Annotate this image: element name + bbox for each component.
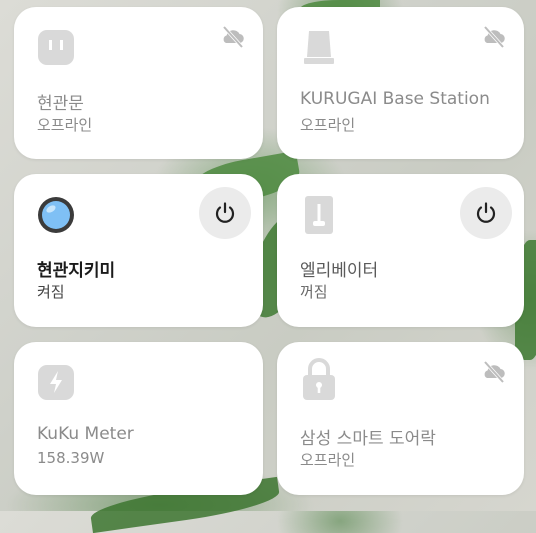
device-status: 오프라인: [300, 116, 356, 134]
device-name: 삼성 스마트 도어락: [300, 429, 436, 449]
power-toggle-button[interactable]: [460, 187, 512, 239]
device-card-door-camera[interactable]: 현관지키미 켜짐: [14, 174, 263, 327]
device-status: 꺼짐: [300, 283, 328, 301]
power-icon: [215, 202, 235, 223]
padlock-icon: [299, 356, 339, 402]
device-name: 엘리베이터: [300, 261, 379, 281]
device-card-elevator[interactable]: 엘리베이터 꺼짐: [277, 174, 524, 327]
device-name: KURUGAI Base Station: [300, 89, 490, 109]
switch-icon: [299, 194, 339, 234]
device-status: 오프라인: [37, 116, 93, 134]
camera-icon: [36, 194, 76, 234]
power-icon: [476, 202, 496, 223]
device-name: 현관지키미: [37, 261, 116, 281]
device-name: 현관문: [37, 94, 84, 114]
device-card-smart-door-lock[interactable]: 삼성 스마트 도어락 오프라인: [277, 342, 524, 495]
power-meter-icon: [36, 362, 76, 402]
device-name: KuKu Meter: [37, 424, 134, 444]
device-card-power-meter[interactable]: KuKu Meter 158.39W: [14, 342, 263, 495]
device-card-front-door[interactable]: 현관문 오프라인: [14, 7, 263, 159]
power-toggle-button[interactable]: [199, 187, 251, 239]
cloud-off-icon: [219, 23, 247, 51]
cloud-off-icon: [480, 23, 508, 51]
hub-icon: [299, 27, 339, 67]
device-status: 158.39W: [37, 449, 105, 467]
device-status: 켜짐: [37, 283, 65, 301]
door-lock-icon: [36, 27, 76, 67]
device-status: 오프라인: [300, 451, 356, 469]
cloud-off-icon: [480, 358, 508, 386]
device-card-base-station[interactable]: KURUGAI Base Station 오프라인: [277, 7, 524, 159]
